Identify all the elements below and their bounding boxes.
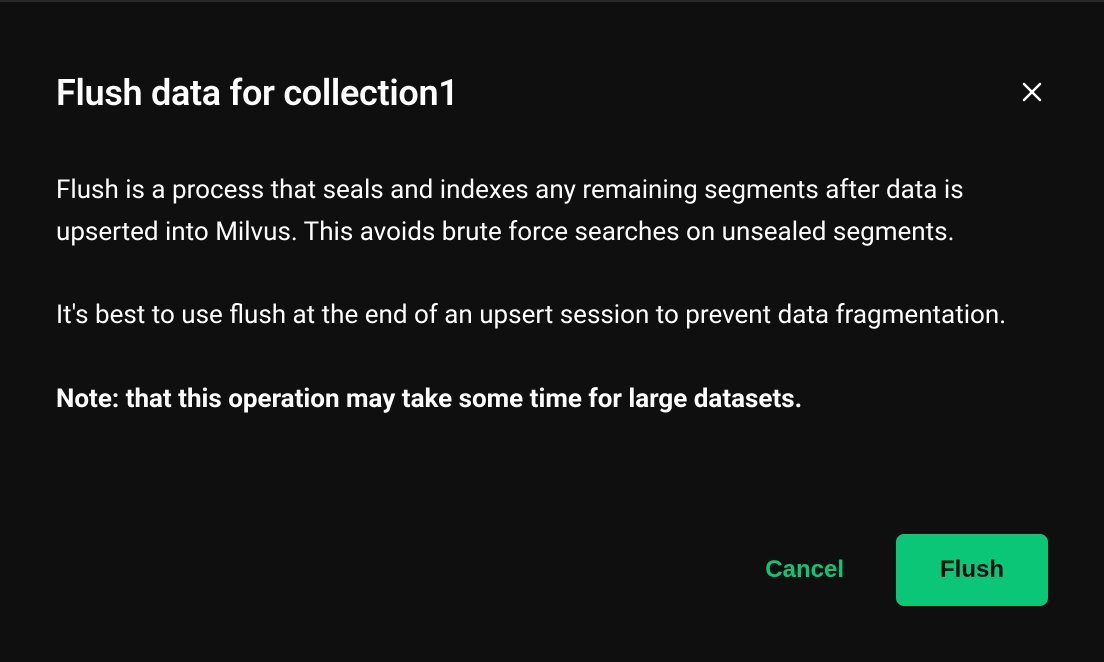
flush-dialog: Flush data for collection1 Flush is a pr… [0,0,1104,662]
flush-button[interactable]: Flush [896,534,1048,606]
close-icon [1020,80,1044,107]
dialog-header: Flush data for collection1 [56,72,1048,114]
close-button[interactable] [1016,76,1048,111]
dialog-title: Flush data for collection1 [56,72,459,114]
dialog-paragraph-1: Flush is a process that seals and indexe… [56,170,1048,253]
dialog-note: Note: that this operation may take some … [56,379,1048,421]
dialog-body: Flush is a process that seals and indexe… [56,170,1048,494]
cancel-button[interactable]: Cancel [753,548,856,592]
dialog-paragraph-2: It's best to use flush at the end of an … [56,295,1048,337]
dialog-footer: Cancel Flush [56,534,1048,606]
